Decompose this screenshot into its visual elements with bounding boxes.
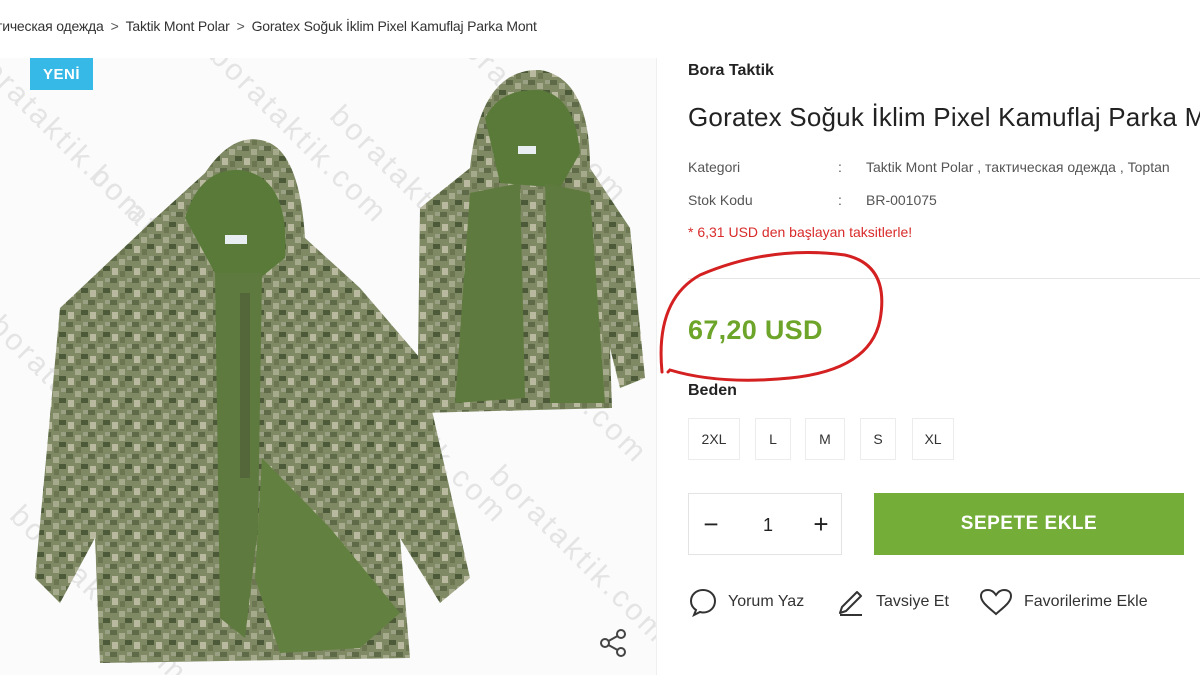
jacket-open <box>418 69 645 413</box>
pencil-icon <box>839 591 862 616</box>
breadcrumb-item-product[interactable]: Goratex Soğuk İklim Pixel Kamuflaj Parka… <box>252 18 537 34</box>
quantity-decrease-button[interactable]: − <box>689 494 733 554</box>
category-value[interactable]: Taktik Mont Polar , тактическая одежда ,… <box>866 159 1170 175</box>
add-to-favorites-label: Favorilerime Ekle <box>1024 593 1148 610</box>
quantity-stepper: − + <box>688 493 842 555</box>
brand-name[interactable]: Bora Taktik <box>688 62 774 80</box>
breadcrumb-separator: > <box>110 18 119 34</box>
write-review-label: Yorum Yaz <box>728 593 805 610</box>
sku-value: BR-001075 <box>866 192 937 208</box>
share-icon[interactable] <box>596 626 630 660</box>
sku-colon: : <box>838 192 842 208</box>
recommend-button[interactable]: Tavsiye Et <box>836 586 949 618</box>
recommend-label: Tavsiye Et <box>876 593 949 610</box>
breadcrumb-separator: > <box>236 18 245 34</box>
size-option-s[interactable]: S <box>860 418 896 460</box>
info-divider <box>688 278 1200 279</box>
quantity-input[interactable] <box>744 512 792 538</box>
write-review-button[interactable]: Yorum Yaz <box>688 586 804 618</box>
speech-bubble-icon <box>689 588 717 617</box>
add-to-cart-button[interactable]: SEPETE EKLE <box>874 493 1184 555</box>
size-label: Beden <box>688 382 737 399</box>
installment-note[interactable]: * 6,31 USD den başlayan taksitlerle! <box>688 224 912 240</box>
heart-icon <box>979 588 1013 616</box>
size-option-2xl[interactable]: 2XL <box>688 418 740 460</box>
quantity-increase-button[interactable]: + <box>799 494 843 554</box>
jacket-main <box>35 139 470 663</box>
breadcrumb: тическая одежда > Taktik Mont Polar > Gorate… <box>0 18 537 34</box>
breadcrumb-item-subcategory[interactable]: Taktik Mont Polar <box>126 18 230 34</box>
new-badge: YENİ <box>30 58 93 90</box>
product-gallery[interactable]: borataktik.com borataktik.com borataktik… <box>0 58 656 675</box>
category-label: Kategori <box>688 159 741 175</box>
price: 67,20 USD <box>688 315 823 345</box>
add-to-favorites-button[interactable]: Favorilerime Ekle <box>978 586 1148 618</box>
category-colon: : <box>838 159 842 175</box>
breadcrumb-item-category[interactable]: тическая одежда <box>0 18 104 34</box>
product-image <box>35 69 645 663</box>
sku-label: Stok Kodu <box>688 192 753 208</box>
column-divider <box>656 58 657 675</box>
size-option-m[interactable]: M <box>805 418 845 460</box>
size-option-xl[interactable]: XL <box>912 418 954 460</box>
size-option-l[interactable]: L <box>755 418 791 460</box>
product-title: Goratex Soğuk İklim Pixel Kamuflaj Parka… <box>688 102 1200 132</box>
